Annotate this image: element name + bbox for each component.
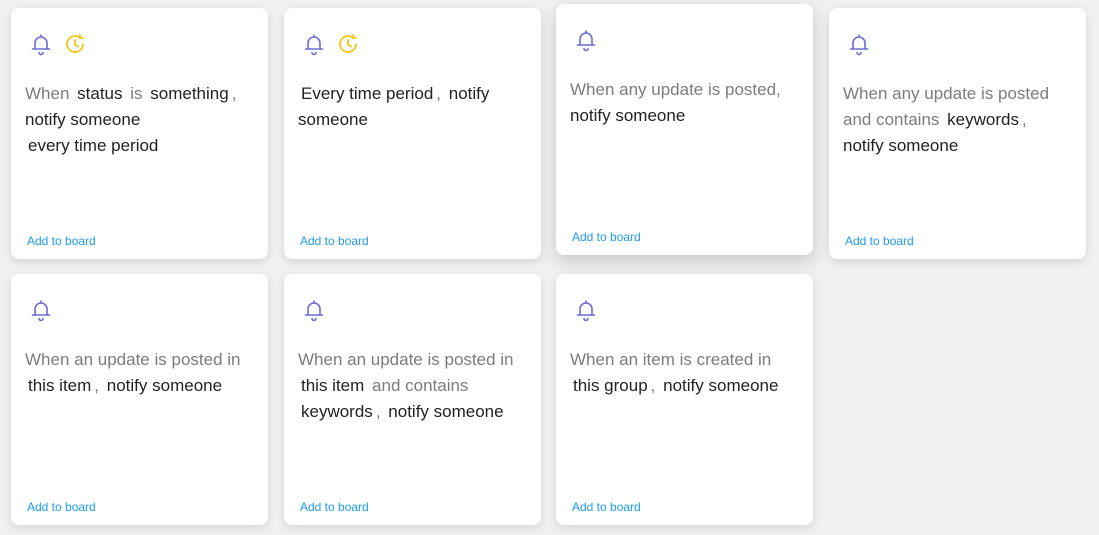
- card-icons: [302, 298, 326, 322]
- keyword-this-item[interactable]: this item: [298, 376, 367, 395]
- separator: ,: [375, 402, 381, 421]
- sentence-text: is: [130, 84, 143, 103]
- keyword-something[interactable]: something: [147, 84, 231, 103]
- recipe-sentence: When an item is created in this group, n…: [570, 347, 803, 399]
- separator: ,: [231, 84, 237, 103]
- sentence-text: When: [25, 84, 70, 103]
- keyword-this-item[interactable]: this item: [25, 376, 94, 395]
- sentence-text: and contains: [843, 110, 940, 129]
- card-icons: [574, 298, 598, 322]
- separator: ,: [650, 376, 656, 395]
- add-to-board-link[interactable]: Add to board: [845, 234, 914, 248]
- keyword-notify-someone[interactable]: notify someone: [660, 376, 781, 395]
- card-icons: [847, 32, 871, 56]
- add-to-board-link[interactable]: Add to board: [572, 230, 641, 244]
- sentence-text: When any update is posted,: [570, 80, 781, 99]
- recipe-card-update-keywords-notify[interactable]: When any update is posted and contains k…: [829, 8, 1086, 259]
- clock-icon: [336, 32, 360, 56]
- separator: ,: [436, 84, 442, 103]
- sentence-text: When an update is posted in: [25, 350, 241, 369]
- recipe-sentence: When status is something, notify someone…: [25, 81, 258, 159]
- keyword-status[interactable]: status: [74, 84, 125, 103]
- add-to-board-link[interactable]: Add to board: [572, 500, 641, 514]
- keyword-notify-someone[interactable]: notify someone: [843, 136, 961, 155]
- recipe-sentence: When any update is posted and contains k…: [843, 81, 1076, 159]
- keyword-every-time-period[interactable]: every time period: [25, 136, 161, 155]
- bell-icon: [29, 298, 53, 322]
- keyword-keywords[interactable]: keywords: [944, 110, 1022, 129]
- recipe-sentence: Every time period, notify someone: [298, 81, 531, 133]
- bell-icon: [574, 298, 598, 322]
- keyword-notify[interactable]: notify: [446, 84, 493, 103]
- recipe-sentence: When any update is posted, notify someon…: [570, 77, 803, 129]
- add-to-board-link[interactable]: Add to board: [27, 500, 96, 514]
- sentence-text: and contains: [372, 376, 469, 395]
- add-to-board-link[interactable]: Add to board: [27, 234, 96, 248]
- recipe-card-periodic-notify[interactable]: Every time period, notify someone Add to…: [284, 8, 541, 259]
- recipe-sentence: When an update is posted in this item, n…: [25, 347, 258, 399]
- bell-icon: [847, 32, 871, 56]
- keyword-notify-someone[interactable]: notify someone: [385, 402, 506, 421]
- sentence-text: When any update is posted: [843, 84, 1050, 103]
- card-icons: [29, 32, 87, 56]
- card-icons: [302, 32, 360, 56]
- recipe-card-item-created-notify[interactable]: When an item is created in this group, n…: [556, 274, 813, 525]
- separator: ,: [94, 376, 100, 395]
- card-icons: [29, 298, 53, 322]
- add-to-board-link[interactable]: Add to board: [300, 234, 369, 248]
- separator: ,: [1021, 110, 1027, 129]
- bell-icon: [302, 32, 326, 56]
- recipe-card-item-update-keywords-notify[interactable]: When an update is posted in this item an…: [284, 274, 541, 525]
- add-to-board-link[interactable]: Add to board: [300, 500, 369, 514]
- keyword-someone[interactable]: someone: [298, 110, 371, 129]
- keyword-notify-someone[interactable]: notify someone: [570, 106, 688, 125]
- keyword-notify-someone[interactable]: notify someone: [104, 376, 225, 395]
- keyword-keywords[interactable]: keywords: [298, 402, 376, 421]
- keyword-this-group[interactable]: this group: [570, 376, 651, 395]
- keyword-notify-someone[interactable]: notify someone: [25, 110, 143, 129]
- card-icons: [574, 28, 598, 52]
- recipe-sentence: When an update is posted in this item an…: [298, 347, 531, 425]
- clock-icon: [63, 32, 87, 56]
- bell-icon: [302, 298, 326, 322]
- recipe-card-any-update-notify[interactable]: When any update is posted, notify someon…: [556, 4, 813, 255]
- sentence-text: When an item is created in: [570, 350, 772, 369]
- recipe-card-item-update-notify[interactable]: When an update is posted in this item, n…: [11, 274, 268, 525]
- bell-icon: [29, 32, 53, 56]
- recipe-grid: When status is something, notify someone…: [0, 0, 1099, 535]
- sentence-text: When an update is posted in: [298, 350, 514, 369]
- bell-icon: [574, 28, 598, 52]
- recipe-card-status-notify-periodic[interactable]: When status is something, notify someone…: [11, 8, 268, 259]
- keyword-every-time-period[interactable]: Every time period: [298, 84, 436, 103]
